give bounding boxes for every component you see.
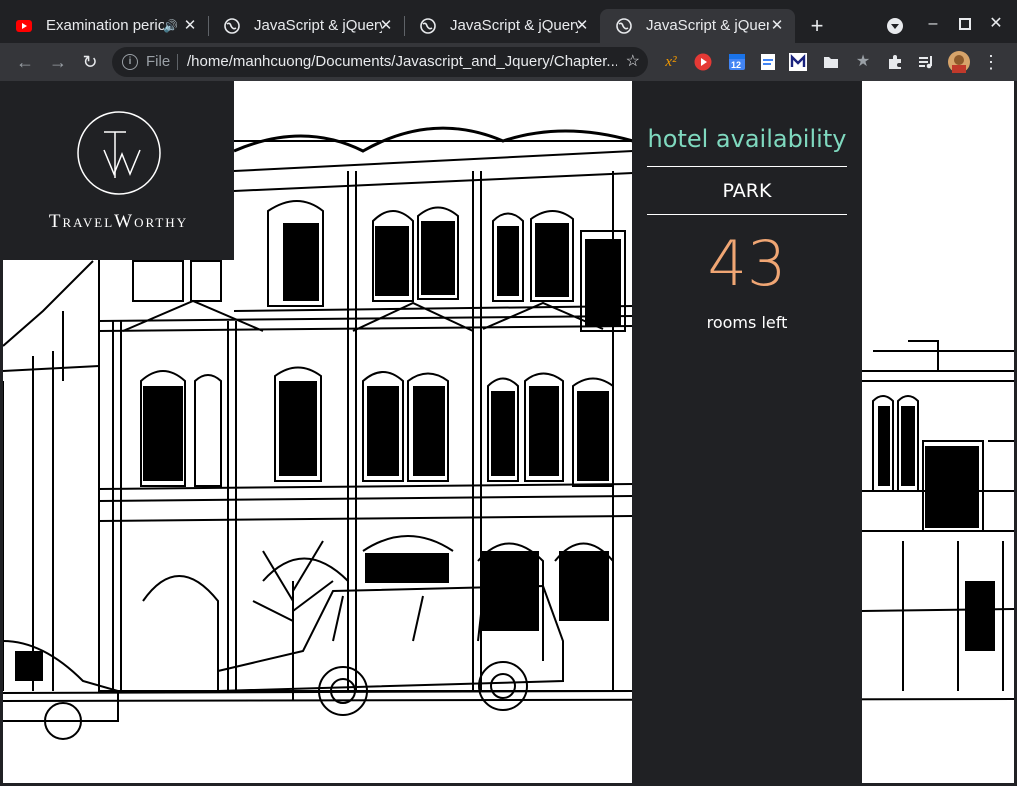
globe-icon bbox=[616, 18, 632, 34]
reload-icon[interactable]: ↻ bbox=[77, 49, 103, 75]
tab-search-icon[interactable] bbox=[886, 17, 904, 35]
tab-title: Examination period bbox=[46, 17, 164, 34]
browser-menu-icon[interactable]: ⋮ bbox=[982, 53, 1000, 71]
calendar-extension-icon[interactable]: 12 bbox=[728, 53, 746, 71]
tab-title: JavaScript & jQuery bbox=[254, 17, 382, 34]
tab-title: JavaScript & jQuery bbox=[450, 17, 578, 34]
url-text[interactable]: /home/manhcuong/Documents/Javascript_and… bbox=[187, 47, 617, 77]
panel-title: hotel availability bbox=[647, 125, 847, 153]
browser-toolbar: ← → ↻ i File /home/manhcuong/Documents/J… bbox=[0, 43, 1017, 81]
availability-panel: hotel availability PARK 43 rooms left bbox=[632, 81, 862, 783]
forward-arrow-icon[interactable]: → bbox=[45, 49, 71, 75]
folder-extension-icon[interactable] bbox=[822, 53, 840, 71]
panel-divider bbox=[647, 214, 847, 215]
panel-divider bbox=[647, 166, 847, 167]
youtube-icon bbox=[16, 20, 32, 32]
minimize-icon[interactable]: – bbox=[921, 12, 945, 36]
new-tab-button[interactable]: + bbox=[806, 13, 828, 39]
web-page: TravelWorthy hotel availability PARK 43 … bbox=[3, 81, 1014, 783]
scheme-label: File bbox=[146, 53, 171, 70]
info-icon[interactable]: i bbox=[122, 54, 138, 70]
youtube-extension-icon[interactable] bbox=[694, 53, 712, 71]
media-queue-icon[interactable] bbox=[917, 53, 935, 71]
logo-box[interactable]: TravelWorthy bbox=[3, 81, 234, 260]
calendar-badge: 12 bbox=[731, 60, 742, 70]
puzzle-extension-icon[interactable] bbox=[886, 53, 904, 71]
tab-strip: Examination period 🔊 ✕ JavaScript & jQue… bbox=[0, 0, 1017, 43]
globe-icon bbox=[224, 18, 240, 34]
back-arrow-icon[interactable]: ← bbox=[12, 49, 38, 75]
maximize-icon[interactable] bbox=[953, 12, 977, 36]
star-extension-icon[interactable]: ★ bbox=[854, 53, 872, 71]
tab-title: JavaScript & jQuery bbox=[646, 17, 772, 34]
close-tab-icon[interactable]: ✕ bbox=[574, 9, 590, 43]
close-tab-icon[interactable]: ✕ bbox=[182, 9, 198, 43]
tab-javascript-jquery-2[interactable]: JavaScript & jQuery ✕ bbox=[404, 9, 600, 43]
hotel-name: PARK bbox=[722, 180, 772, 202]
travelworthy-logo-mark bbox=[77, 111, 161, 195]
speaker-icon[interactable]: 🔊 bbox=[163, 9, 178, 43]
address-bar[interactable]: i File /home/manhcuong/Documents/Javascr… bbox=[112, 47, 648, 77]
rooms-count: 43 bbox=[707, 227, 787, 300]
tab-javascript-jquery-active[interactable]: JavaScript & jQuery ✕ bbox=[600, 9, 795, 43]
close-tab-icon[interactable]: ✕ bbox=[769, 9, 785, 43]
rooms-label: rooms left bbox=[706, 313, 788, 332]
close-tab-icon[interactable]: ✕ bbox=[378, 9, 394, 43]
superscript-extension-icon[interactable]: x² bbox=[662, 53, 680, 71]
m-extension-icon[interactable] bbox=[789, 53, 807, 71]
window-close-icon[interactable]: ✕ bbox=[984, 12, 1008, 36]
globe-icon bbox=[420, 18, 436, 34]
profile-avatar[interactable] bbox=[948, 51, 970, 73]
tab-javascript-jquery-1[interactable]: JavaScript & jQuery ✕ bbox=[208, 9, 404, 43]
site-logo-text: TravelWorthy bbox=[48, 211, 189, 232]
tab-examination[interactable]: Examination period 🔊 ✕ bbox=[0, 9, 208, 43]
bookmark-star-icon[interactable]: ☆ bbox=[626, 47, 640, 77]
doc-extension-icon[interactable] bbox=[759, 53, 777, 71]
address-divider bbox=[177, 54, 178, 70]
